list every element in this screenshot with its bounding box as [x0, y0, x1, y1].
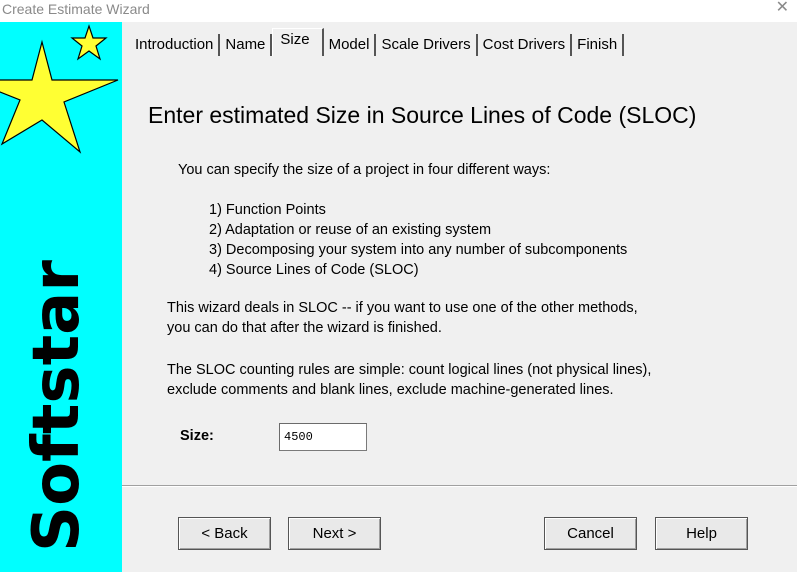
tab-cost-drivers[interactable]: Cost Drivers [477, 34, 573, 56]
tab-size[interactable]: Size [272, 28, 324, 56]
page-title: Enter estimated Size in Source Lines of … [148, 102, 697, 128]
size-label: Size: [180, 428, 214, 444]
tab-model[interactable]: Model [323, 34, 377, 56]
small-star-icon [70, 24, 108, 61]
methods-list: 1) Function Points 2) Adaptation or reus… [209, 200, 627, 280]
cancel-button[interactable]: Cancel [544, 517, 637, 550]
counting-rules: The SLOC counting rules are simple: coun… [167, 360, 651, 400]
sloc-note: This wizard deals in SLOC -- if you want… [167, 298, 638, 338]
close-icon[interactable]: ✕ [776, 0, 789, 17]
tab-finish[interactable]: Finish [572, 34, 625, 56]
sloc-note-line: This wizard deals in SLOC -- if you want… [167, 300, 638, 316]
list-item: 1) Function Points [209, 202, 326, 218]
tab-strip: Introduction Name Size Model Scale Drive… [130, 28, 625, 56]
next-button[interactable]: Next > [288, 517, 381, 550]
sloc-note-line: you can do that after the wizard is fini… [167, 320, 442, 336]
counting-rules-line: The SLOC counting rules are simple: coun… [167, 362, 652, 378]
help-button[interactable]: Help [655, 517, 748, 550]
divider [122, 485, 797, 487]
tab-scale-drivers[interactable]: Scale Drivers [376, 34, 478, 56]
tab-name[interactable]: Name [220, 34, 273, 56]
list-item: 4) Source Lines of Code (SLOC) [209, 262, 419, 278]
brand-logo-text: Softstar [20, 260, 94, 552]
title-bar: Create Estimate Wizard ✕ [0, 0, 797, 22]
back-button[interactable]: < Back [178, 517, 271, 550]
brand-sidebar: Softstar [0, 22, 122, 572]
window-title: Create Estimate Wizard [2, 1, 150, 17]
tab-introduction[interactable]: Introduction [130, 34, 221, 56]
size-input[interactable]: 4500 [279, 423, 367, 451]
star-graphic: Softstar [0, 24, 119, 552]
list-item: 3) Decomposing your system into any numb… [209, 242, 628, 258]
wizard-panel: Introduction Name Size Model Scale Drive… [122, 22, 797, 572]
counting-rules-line: exclude comments and blank lines, exclud… [167, 382, 614, 398]
intro-text: You can specify the size of a project in… [178, 162, 551, 178]
list-item: 2) Adaptation or reuse of an existing sy… [209, 222, 492, 238]
